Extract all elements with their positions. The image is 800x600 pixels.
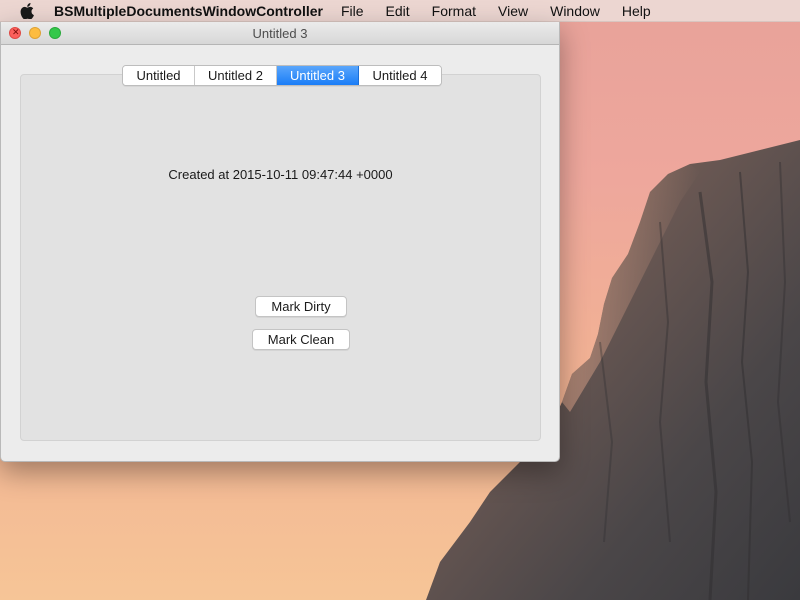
document-tabs: Untitled Untitled 2 Untitled 3 Untitled … xyxy=(122,65,442,86)
tab-untitled-2[interactable]: Untitled 2 xyxy=(195,66,277,85)
menu-window[interactable]: Window xyxy=(550,3,600,19)
menu-app-name[interactable]: BSMultipleDocumentsWindowController xyxy=(54,3,323,19)
menu-help[interactable]: Help xyxy=(622,3,651,19)
created-at-label: Created at 2015-10-11 09:47:44 +0000 xyxy=(168,167,393,182)
mark-clean-button[interactable]: Mark Clean xyxy=(252,329,350,350)
window-title: Untitled 3 xyxy=(252,26,308,41)
apple-menu-icon[interactable] xyxy=(20,2,36,20)
tab-untitled[interactable]: Untitled xyxy=(123,66,195,85)
menu-file[interactable]: File xyxy=(341,3,364,19)
window-titlebar[interactable]: ✕ Untitled 3 xyxy=(1,22,559,45)
tab-untitled-3[interactable]: Untitled 3 xyxy=(277,66,359,85)
menu-view[interactable]: View xyxy=(498,3,528,19)
menu-bar: BSMultipleDocumentsWindowController File… xyxy=(0,0,800,22)
menu-format[interactable]: Format xyxy=(432,3,476,19)
mark-dirty-button[interactable]: Mark Dirty xyxy=(255,296,347,317)
document-window: ✕ Untitled 3 Created at 2015-10-11 09:47… xyxy=(0,22,560,462)
tab-content-box: Created at 2015-10-11 09:47:44 +0000 Mar… xyxy=(20,74,541,441)
menu-edit[interactable]: Edit xyxy=(386,3,410,19)
tab-untitled-4[interactable]: Untitled 4 xyxy=(359,66,441,85)
